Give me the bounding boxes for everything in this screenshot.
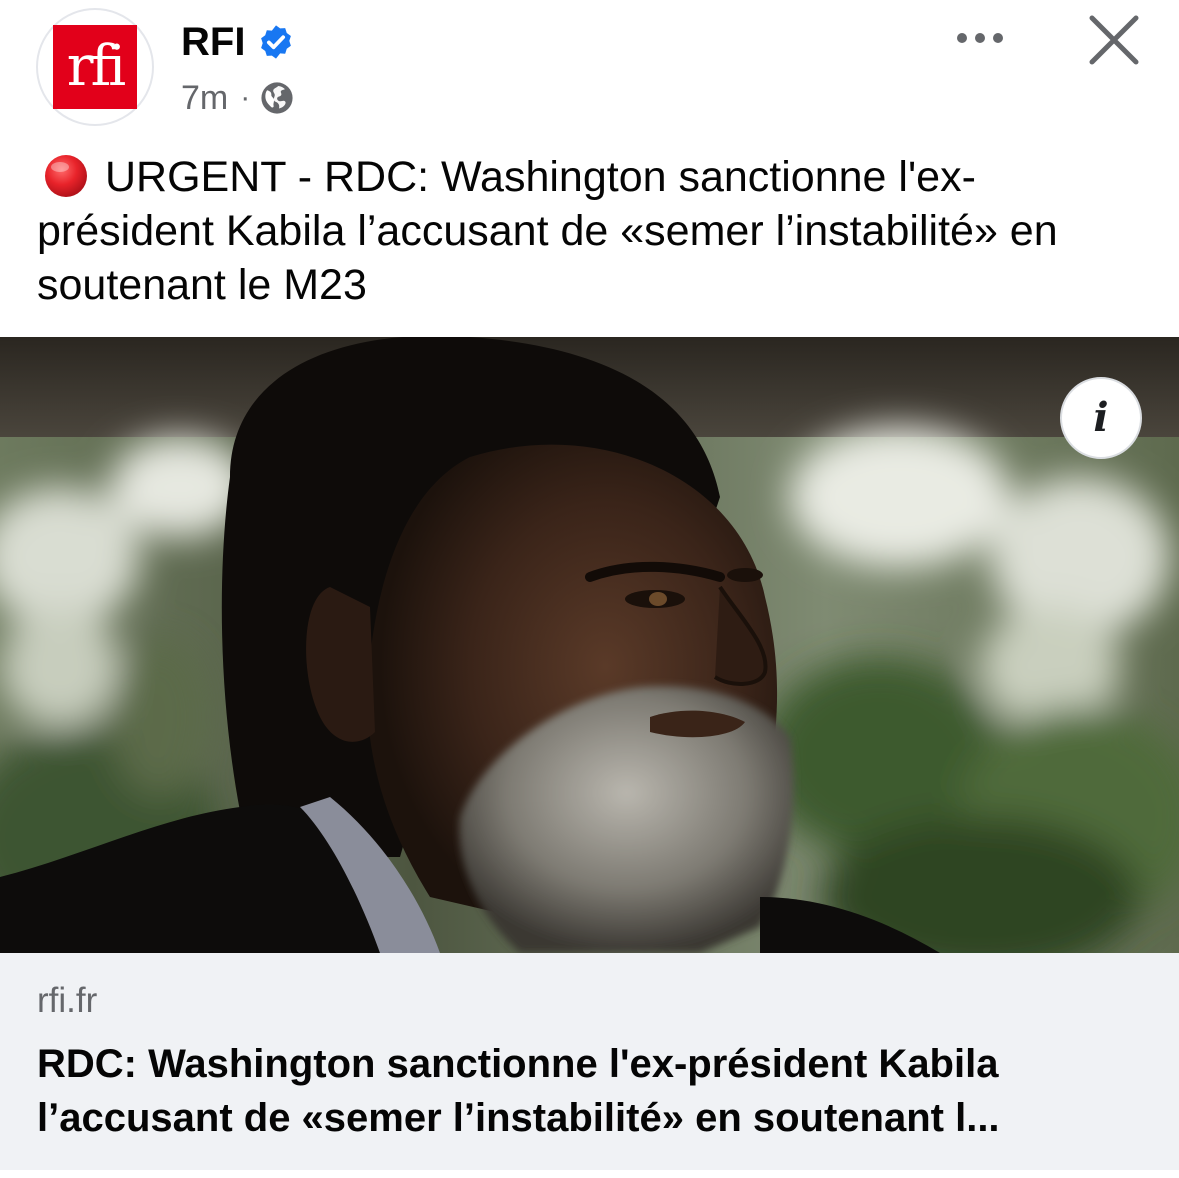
link-domain: rfi.fr: [37, 981, 98, 1020]
red-circle-icon: [45, 155, 87, 197]
post-header: rfi RFI 7m ·: [0, 0, 1179, 140]
post-text: URGENT - RDC: Washington sanctionne l'ex…: [37, 153, 1058, 309]
close-icon[interactable]: [1086, 12, 1142, 68]
page-avatar[interactable]: rfi: [36, 8, 154, 126]
portrait-photo-image: [0, 337, 1179, 953]
post-timestamp[interactable]: 7m: [181, 76, 228, 120]
info-button[interactable]: i: [1060, 377, 1142, 459]
more-horizontal-icon: [957, 33, 1003, 43]
post-meta: 7m ·: [181, 76, 294, 120]
verified-badge-icon: [261, 25, 292, 59]
link-title: RDC: Washington sanctionne l'ex-présiden…: [37, 1042, 1000, 1140]
globe-icon: [261, 82, 293, 114]
page-name[interactable]: RFI: [181, 18, 245, 66]
bottom-divider: [0, 1170, 1179, 1178]
rfi-logo: rfi: [53, 25, 137, 109]
rfi-logo-text: rfi: [66, 34, 126, 99]
article-photo[interactable]: [0, 337, 1179, 953]
post-text-block: URGENT - RDC: Washington sanctionne l'ex…: [37, 150, 1147, 312]
link-preview-card[interactable]: rfi.fr RDC: Washington sanctionne l'ex-p…: [0, 953, 1179, 1170]
more-options-button[interactable]: [950, 16, 1010, 60]
info-icon: i: [1093, 394, 1109, 441]
meta-separator: ·: [240, 81, 251, 114]
page-name-row: RFI: [181, 18, 295, 66]
